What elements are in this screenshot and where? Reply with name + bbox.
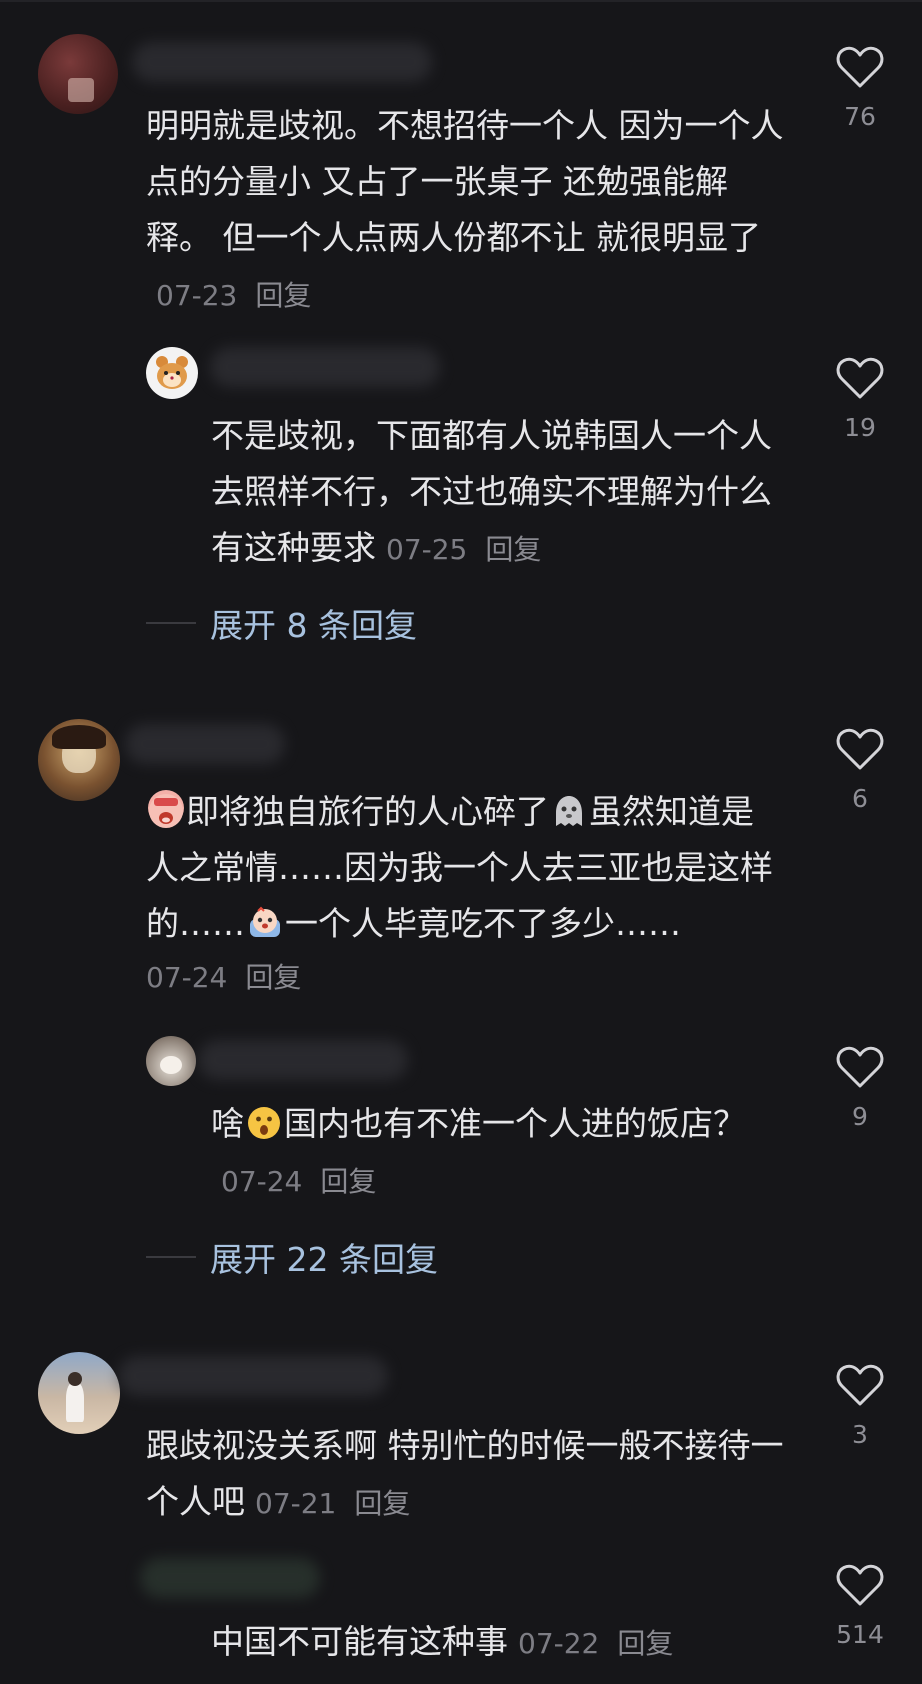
- like-button[interactable]: 3: [830, 1364, 890, 1449]
- heart-icon: [836, 357, 884, 399]
- crying-face-icon: [148, 790, 184, 828]
- commenter-avatar[interactable]: [38, 34, 118, 114]
- like-count: 514: [836, 1620, 884, 1649]
- comment-text: 明明就是歧视。不想招待一个人 因为一个人点的分量小 又占了一张桌子 还勉强能解释…: [146, 106, 784, 312]
- commenter-name[interactable]: [125, 724, 285, 764]
- sad-ghost-icon: [551, 790, 587, 826]
- cat-avatar-icon[interactable]: [146, 1036, 196, 1086]
- reply-button[interactable]: 回复: [354, 1487, 410, 1520]
- reply-user-name[interactable]: [198, 1040, 408, 1080]
- surprised-face-icon: [246, 1102, 282, 1139]
- like-count: 6: [852, 784, 868, 813]
- commenter-avatar[interactable]: [38, 719, 120, 801]
- reply-button[interactable]: 回复: [245, 961, 301, 994]
- top-divider: [0, 0, 922, 2]
- comment-date: 07-24: [146, 961, 228, 994]
- comment-date: 07-23: [156, 279, 238, 312]
- reply-date: 07-22: [518, 1627, 600, 1660]
- reply-button[interactable]: 回复: [485, 533, 541, 566]
- like-button[interactable]: 9: [830, 1046, 890, 1131]
- comment-text: 跟歧视没关系啊 特别忙的时候一般不接待一个人吧 07-21 回复: [146, 1426, 784, 1521]
- heart-icon: [836, 1046, 884, 1088]
- reply-button[interactable]: 回复: [255, 279, 311, 312]
- like-count: 9: [852, 1102, 868, 1131]
- commenter-name[interactable]: [132, 42, 432, 82]
- reply-text: 中国不可能有这种事 07-22 回复: [211, 1622, 674, 1661]
- reply-user-name[interactable]: [210, 347, 440, 387]
- hamster-avatar-icon[interactable]: [146, 347, 198, 399]
- expand-replies-label: 展开 8 条回复: [210, 606, 417, 645]
- scared-face-icon: [247, 902, 283, 938]
- reply-date: 07-24: [221, 1165, 303, 1198]
- reply-text: 不是歧视，下面都有人说韩国人一个人去照样不行，不过也确实不理解为什么有这种要求 0…: [211, 416, 772, 567]
- like-button[interactable]: 6: [830, 728, 890, 813]
- heart-icon: [836, 728, 884, 770]
- like-count: 3: [852, 1420, 868, 1449]
- reply-user-name[interactable]: [140, 1558, 320, 1598]
- expand-divider: [146, 622, 196, 624]
- expand-divider: [146, 1256, 196, 1258]
- comment-meta: 07-24 回复: [146, 958, 301, 998]
- reply-button[interactable]: 回复: [617, 1627, 673, 1660]
- like-button[interactable]: 76: [830, 46, 890, 131]
- expand-replies-button[interactable]: 展开 8 条回复: [146, 601, 417, 645]
- heart-icon: [836, 1564, 884, 1606]
- commenter-avatar[interactable]: [38, 1352, 120, 1434]
- heart-icon: [836, 1364, 884, 1406]
- reply-text: 啥国内也有不准一个人进的饭店？07-24 回复: [211, 1102, 746, 1198]
- comment-date: 07-21: [255, 1487, 337, 1520]
- reply-date: 07-25: [386, 533, 468, 566]
- heart-icon: [836, 46, 884, 88]
- comment-text: 即将独自旅行的人心碎了 虽然知道是人之常情……因为我一个人去三亚也是这样的…… 一个…: [146, 790, 773, 943]
- expand-replies-button[interactable]: 展开 22 条回复: [146, 1235, 438, 1279]
- reply-button[interactable]: 回复: [320, 1165, 376, 1198]
- like-button[interactable]: 19: [830, 357, 890, 442]
- expand-replies-label: 展开 22 条回复: [210, 1240, 438, 1279]
- like-button[interactable]: 514: [830, 1564, 890, 1649]
- like-count: 76: [844, 102, 876, 131]
- like-count: 19: [844, 413, 876, 442]
- commenter-name[interactable]: [118, 1356, 388, 1396]
